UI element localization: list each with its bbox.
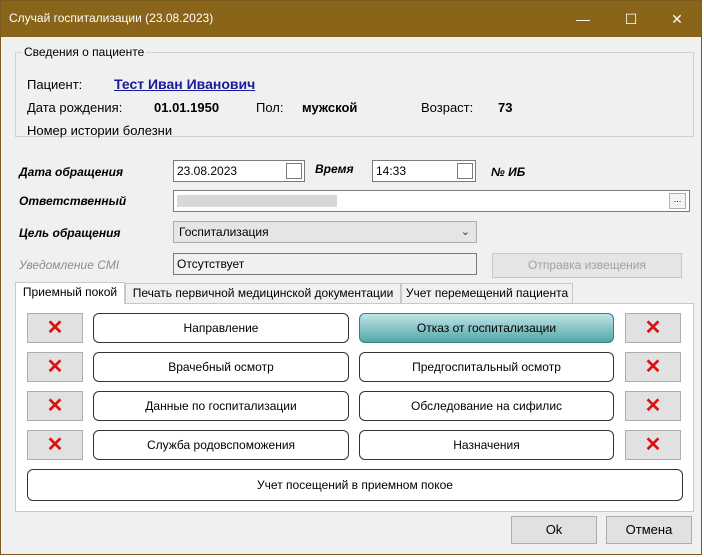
reception-panel: ✕ Направление Отказ от госпитализации ✕ … [15, 303, 694, 512]
date-value: 23.08.2023 [177, 164, 238, 178]
dob-value: 01.01.1950 [154, 100, 220, 115]
patient-name-link[interactable]: Тест Иван Иванович [114, 76, 255, 92]
cmi-field: Отсутствует [173, 253, 477, 275]
tab-print-docs[interactable]: Печать первичной медицинской документаци… [125, 283, 401, 303]
chevron-down-icon: ⌄ [460, 226, 470, 238]
browse-responsible-button[interactable]: ... [669, 193, 686, 209]
responsible-field[interactable] [173, 190, 690, 212]
delete-refusal-button[interactable]: ✕ [625, 313, 681, 343]
ok-button[interactable]: Ok [511, 516, 597, 544]
title-bar: Случай госпитализации (23.08.2023) — ☐ ✕ [1, 1, 701, 37]
sex-label: Пол: [256, 100, 284, 115]
purpose-select[interactable]: Госпитализация ⌄ [173, 221, 477, 243]
delete-icon: ✕ [644, 356, 662, 378]
patient-label: Пациент: [27, 77, 83, 92]
minimize-icon[interactable]: — [561, 1, 605, 37]
history-number-label: Номер истории болезни [27, 123, 173, 138]
delete-exam-button[interactable]: ✕ [27, 352, 83, 382]
cancel-button[interactable]: Отмена [606, 516, 692, 544]
delete-icon: ✕ [644, 317, 662, 339]
send-notice-button[interactable]: Отправка извещения [492, 253, 682, 278]
time-value: 14:33 [376, 164, 407, 178]
time-picker-checkbox[interactable] [457, 163, 473, 179]
window-title: Случай госпитализации (23.08.2023) [9, 11, 214, 25]
tab-patient-movements[interactable]: Учет перемещений пациента [401, 283, 573, 303]
responsible-label: Ответственный [19, 194, 127, 208]
delete-referral-button[interactable]: ✕ [27, 313, 83, 343]
age-label: Возраст: [421, 100, 474, 115]
delete-icon: ✕ [46, 395, 64, 417]
age-value: 73 [498, 100, 513, 115]
delete-icon: ✕ [46, 434, 64, 456]
tab-reception[interactable]: Приемный покой [15, 282, 125, 304]
ib-number-label: № ИБ [491, 165, 526, 179]
close-icon[interactable]: ✕ [655, 1, 699, 37]
patient-group-title: Сведения о пациенте [24, 45, 145, 59]
patient-info-group: Сведения о пациенте Пациент: Тест Иван И… [15, 45, 694, 138]
maximize-icon[interactable]: ☐ [609, 1, 653, 37]
delete-icon: ✕ [644, 434, 662, 456]
dob-label: Дата рождения: [27, 100, 123, 115]
delete-icon: ✕ [46, 317, 64, 339]
prehospital-exam-button[interactable]: Предгоспитальный осмотр [359, 352, 614, 382]
cmi-label: Уведомление CMI [19, 258, 120, 272]
referral-button[interactable]: Направление [93, 313, 349, 343]
obstetric-service-button[interactable]: Служба родовспоможения [93, 430, 349, 460]
delete-icon: ✕ [46, 356, 64, 378]
delete-prescriptions-button[interactable]: ✕ [625, 430, 681, 460]
cmi-value: Отсутствует [177, 257, 245, 271]
refusal-button[interactable]: Отказ от госпитализации [359, 313, 614, 343]
hospitalization-data-button[interactable]: Данные по госпитализации [93, 391, 349, 421]
delete-obstetric-button[interactable]: ✕ [27, 430, 83, 460]
reception-visits-button[interactable]: Учет посещений в приемном покое [27, 469, 683, 501]
delete-icon: ✕ [644, 395, 662, 417]
time-label: Время [315, 162, 354, 176]
responsible-value-redacted [177, 195, 337, 207]
purpose-value: Госпитализация [179, 225, 269, 239]
purpose-label: Цель обращения [19, 226, 121, 240]
date-label: Дата обращения [19, 165, 124, 179]
sex-value: мужской [302, 100, 358, 115]
doctor-exam-button[interactable]: Врачебный осмотр [93, 352, 349, 382]
delete-syphilis-button[interactable]: ✕ [625, 391, 681, 421]
delete-prehospital-button[interactable]: ✕ [625, 352, 681, 382]
syphilis-test-button[interactable]: Обследование на сифилис [359, 391, 614, 421]
delete-hosp-data-button[interactable]: ✕ [27, 391, 83, 421]
hospitalization-dialog: Случай госпитализации (23.08.2023) — ☐ ✕… [0, 0, 702, 555]
date-picker-checkbox[interactable] [286, 163, 302, 179]
prescriptions-button[interactable]: Назначения [359, 430, 614, 460]
